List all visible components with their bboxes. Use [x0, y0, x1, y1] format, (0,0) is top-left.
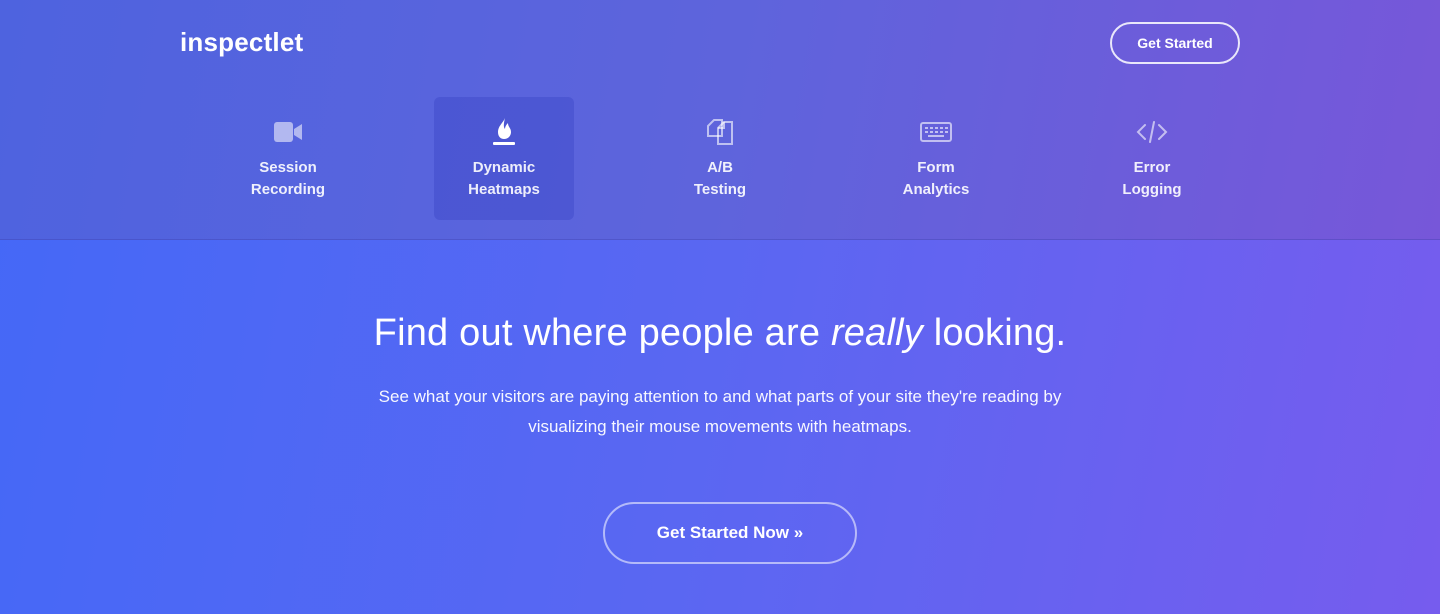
get-started-button[interactable]: Get Started	[1110, 22, 1240, 64]
hero-headline: Find out where people are really looking…	[373, 312, 1067, 354]
feature-error-logging[interactable]: Error Logging	[1082, 97, 1222, 220]
copy-pages-icon	[704, 117, 736, 147]
feature-form-analytics[interactable]: Form Analytics	[866, 97, 1006, 220]
headline-emphasis: really	[830, 312, 923, 354]
feature-label: Dynamic Heatmaps	[468, 159, 540, 198]
code-icon	[1136, 117, 1168, 147]
feature-ab-testing[interactable]: A/B Testing	[650, 97, 790, 220]
get-started-now-button[interactable]: Get Started Now »	[603, 502, 857, 564]
top-navigation: inspectlet Get Started Session Recording…	[0, 0, 1440, 240]
feature-label: Session Recording	[250, 159, 326, 198]
flame-icon	[488, 117, 520, 147]
hero-subtext: See what your visitors are paying attent…	[378, 387, 1062, 436]
inspectlet-logo[interactable]: inspectlet	[180, 27, 303, 58]
feature-label: Error Logging	[1122, 159, 1182, 198]
feature-label: A/B Testing	[693, 159, 747, 198]
video-camera-icon	[272, 117, 304, 147]
keyboard-icon	[920, 117, 952, 147]
feature-dynamic-heatmaps[interactable]: Dynamic Heatmaps	[434, 97, 574, 220]
feature-session-recording[interactable]: Session Recording	[218, 97, 358, 220]
feature-label: Form Analytics	[902, 159, 970, 198]
